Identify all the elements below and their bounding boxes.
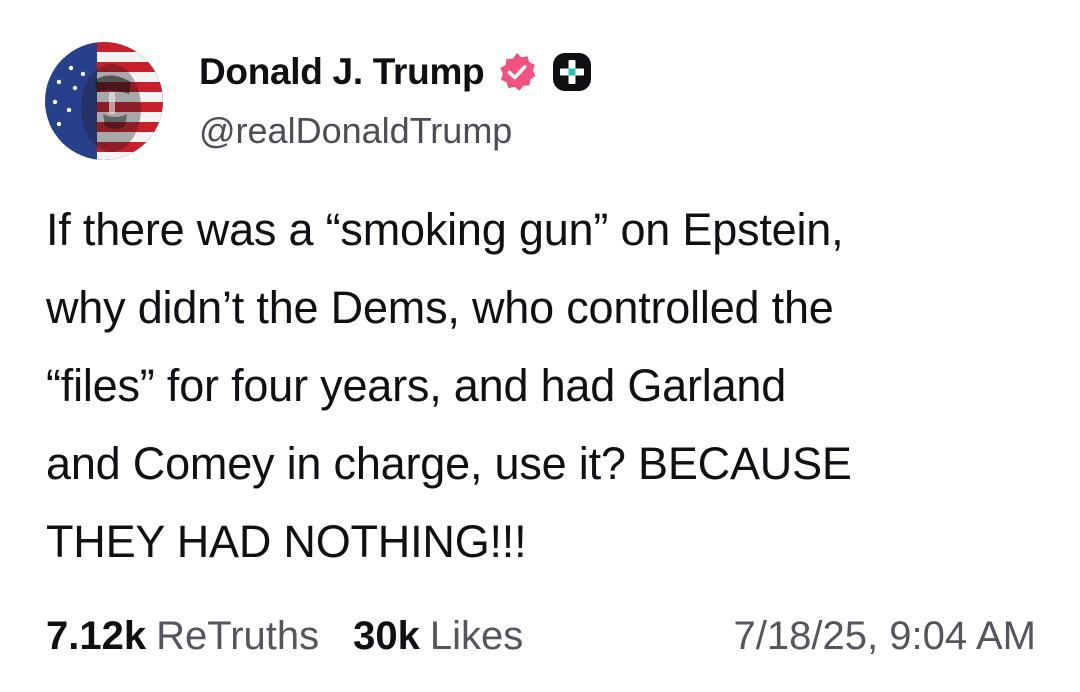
truth-post: Donald J. Trump @realDonaldTrump If ther… — [0, 0, 1080, 692]
verified-icon — [496, 51, 538, 93]
retruths-count: 7.12k — [46, 613, 147, 658]
name-row: Donald J. Trump — [199, 50, 592, 94]
retruths-stat[interactable]: 7.12k ReTruths — [46, 614, 319, 659]
avatar[interactable] — [45, 42, 163, 160]
retruths-label: ReTruths — [156, 613, 320, 658]
likes-label: Likes — [429, 613, 524, 658]
post-stats: 7.12k ReTruths 30k Likes 7/18/25, 9:04 A… — [46, 608, 1036, 664]
post-text-line: If there was a “smoking gun” on Epstein, — [46, 204, 844, 255]
author-block: Donald J. Trump @realDonaldTrump — [199, 50, 592, 152]
user-handle[interactable]: @realDonaldTrump — [199, 110, 592, 152]
post-text-line: “files” for four years, and had Garland — [46, 360, 787, 411]
display-name[interactable]: Donald J. Trump — [199, 51, 485, 93]
plus-badge-icon — [552, 52, 592, 92]
likes-count: 30k — [353, 613, 420, 658]
post-text-line: why didn’t the Dems, who controlled the — [46, 282, 834, 333]
likes-stat[interactable]: 30k Likes — [353, 614, 523, 659]
post-text-line: and Comey in charge, use it? BECAUSE — [46, 438, 852, 489]
post-timestamp[interactable]: 7/18/25, 9:04 AM — [734, 614, 1036, 659]
post-text: If there was a “smoking gun” on Epstein,… — [46, 191, 1046, 581]
avatar-image — [45, 42, 163, 160]
post-text-line: THEY HAD NOTHING!!! — [46, 516, 527, 567]
